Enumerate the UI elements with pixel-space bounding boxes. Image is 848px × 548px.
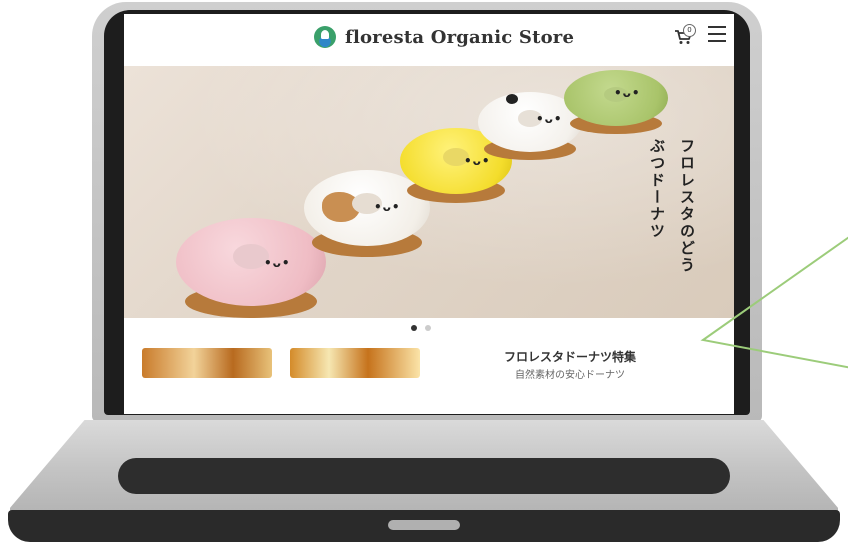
menu-line xyxy=(708,33,726,35)
hero-banner[interactable]: •ᴗ• •ᴗ• •ᴗ• •ᴗ• •ᴗ• フロレスタのどうぶつドーナツ xyxy=(124,66,734,318)
carousel-dot[interactable] xyxy=(425,325,431,331)
donut-face: •ᴗ• xyxy=(536,112,563,126)
leaf-drop-logo-icon xyxy=(314,26,336,48)
carousel-dots xyxy=(411,325,431,331)
laptop-trackpad-notch xyxy=(388,520,460,530)
brand-name: floresta Organic Store xyxy=(345,26,575,48)
donut-face: •ᴗ• xyxy=(264,256,291,270)
donut-face: •ᴗ• xyxy=(464,154,491,168)
laptop-keyboard-well xyxy=(118,458,730,494)
laptop-screen: floresta Organic Store 0 •ᴗ• •ᴗ• •ᴗ• •ᴗ•… xyxy=(124,14,734,414)
hero-copy: フロレスタのどうぶつドーナツ xyxy=(648,138,696,274)
green-donut-image: •ᴗ• xyxy=(564,70,668,134)
hamburger-menu-icon[interactable] xyxy=(708,26,726,42)
brand[interactable]: floresta Organic Store xyxy=(314,26,574,48)
donut-face: •ᴗ• xyxy=(614,86,641,100)
menu-line xyxy=(708,40,726,42)
feature-title[interactable]: フロレスタドーナツ特集 xyxy=(504,348,636,365)
cart-count-badge: 0 xyxy=(683,24,696,37)
site-header: floresta Organic Store 0 xyxy=(124,14,734,66)
cart-button[interactable]: 0 xyxy=(670,24,696,50)
donut-face: •ᴗ• xyxy=(374,200,401,214)
donut-thumbnail[interactable] xyxy=(142,348,272,378)
menu-line xyxy=(708,26,726,28)
feature-subtitle: 自然素材の安心ドーナツ xyxy=(515,370,625,381)
carousel-dot-active[interactable] xyxy=(411,325,417,331)
donut-thumbnail[interactable] xyxy=(290,348,420,378)
